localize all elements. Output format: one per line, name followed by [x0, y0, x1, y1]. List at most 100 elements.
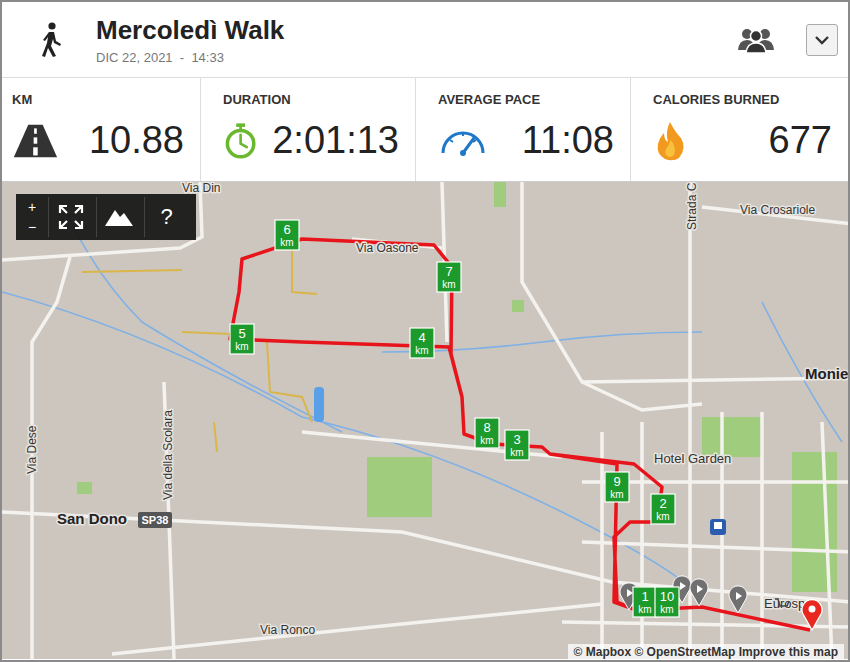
svg-text:km: km: [660, 604, 673, 615]
km-marker[interactable]: 10km: [655, 587, 679, 617]
end-pin-icon[interactable]: [802, 600, 822, 630]
route-map[interactable]: Via DinVia CrosarioleStrada CVia OasoneM…: [2, 182, 848, 660]
help-button[interactable]: ?: [144, 197, 188, 237]
stat-card: KM 10.88: [2, 78, 200, 181]
stat-value: 11:08: [522, 119, 618, 162]
svg-text:km: km: [280, 237, 293, 248]
pond: [314, 387, 324, 422]
track: [182, 332, 230, 334]
park-area: [512, 300, 524, 312]
stat-card: DURATION 2:01:13: [200, 78, 415, 181]
track: [267, 342, 312, 422]
road: [112, 604, 602, 654]
zoom-out-button[interactable]: −: [20, 217, 44, 237]
svg-text:Via Oasone: Via Oasone: [356, 241, 419, 255]
map-label: Via della Scolara: [161, 410, 175, 500]
map-canvas[interactable]: Via DinVia CrosarioleStrada CVia OasoneM…: [2, 182, 848, 659]
group-icon[interactable]: [736, 26, 776, 54]
activity-header: Mercoledì Walk DIC 22, 2021 - 14:33: [2, 2, 848, 78]
map-attribution[interactable]: © Mapbox © OpenStreetMap Improve this ma…: [568, 644, 844, 660]
km-marker[interactable]: 7km: [437, 262, 461, 292]
road: [582, 542, 848, 552]
svg-text:9: 9: [613, 474, 620, 489]
chevron-down-icon: [814, 35, 830, 45]
stat-label: CALORIES BURNED: [653, 92, 836, 107]
km-marker[interactable]: 2km: [651, 494, 675, 524]
track: [82, 270, 182, 272]
road: [562, 622, 848, 627]
map-label: Via Dese: [25, 425, 39, 474]
activity-title: Mercoledì Walk: [96, 15, 724, 46]
svg-text:Monie: Monie: [805, 365, 848, 382]
svg-text:km: km: [610, 489, 623, 500]
km-marker[interactable]: 5km: [230, 324, 254, 354]
svg-text:km: km: [656, 511, 669, 522]
stat-card: AVERAGE PACE 11:08: [415, 78, 630, 181]
svg-text:5: 5: [238, 326, 245, 341]
map-label: Via Crosariole: [740, 203, 815, 217]
svg-text:Via Crosariole: Via Crosariole: [740, 203, 815, 217]
svg-text:km: km: [480, 435, 493, 446]
map-label: SP38: [138, 512, 172, 528]
fullscreen-icon: [58, 204, 84, 230]
waypoint-pin-icon[interactable]: [729, 586, 747, 613]
svg-text:10: 10: [660, 589, 674, 604]
road: [760, 412, 764, 652]
svg-text:San Dono: San Dono: [57, 510, 127, 527]
svg-text:km: km: [638, 604, 651, 615]
stats-bar: KM 10.88 DURATION 2:01:13 AVERAGE PACE 11:08 C…: [2, 78, 848, 182]
km-marker[interactable]: 8km: [475, 418, 499, 448]
park-area: [494, 182, 506, 207]
stat-label: DURATION: [223, 92, 403, 107]
svg-text:km: km: [415, 345, 428, 356]
map-label: Strada C: [685, 182, 699, 230]
park-area: [367, 457, 432, 517]
park-area: [77, 482, 92, 494]
dropdown-button[interactable]: [806, 24, 838, 56]
map-label: San Dono: [57, 510, 127, 527]
svg-text:8: 8: [483, 420, 490, 435]
road: [522, 182, 702, 410]
svg-text:Via Ronco: Via Ronco: [260, 623, 315, 637]
km-marker[interactable]: 9km: [605, 472, 629, 502]
road: [822, 422, 832, 659]
svg-text:km: km: [235, 341, 248, 352]
stat-card: CALORIES BURNED677: [630, 78, 848, 181]
map-label: Monie: [805, 365, 848, 382]
svg-text:km: km: [442, 279, 455, 290]
station-icon: [710, 519, 726, 535]
map-controls: +−?: [16, 194, 196, 240]
cart-icon: [775, 599, 789, 606]
route-line: [230, 239, 810, 630]
waypoint-pin-icon[interactable]: [690, 579, 708, 606]
stat-value: 10.88: [89, 119, 188, 162]
walker-icon: [38, 22, 64, 58]
svg-text:Strada C: Strada C: [685, 182, 699, 230]
stat-label: AVERAGE PACE: [438, 92, 618, 107]
park-area: [792, 452, 837, 592]
svg-text:6: 6: [283, 222, 290, 237]
terrain-button[interactable]: [96, 197, 140, 237]
svg-text:km: km: [510, 447, 523, 458]
svg-text:Via Dese: Via Dese: [25, 425, 39, 474]
stat-label: KM: [12, 92, 188, 107]
svg-text:4: 4: [418, 330, 425, 345]
km-marker[interactable]: 6km: [275, 220, 299, 250]
map-label: Via Ronco: [260, 623, 315, 637]
zoom-in-button[interactable]: +: [20, 197, 44, 217]
activity-date: DIC 22, 2021 - 14:33: [96, 50, 724, 65]
map-label: Via Oasone: [356, 241, 419, 255]
svg-text:Via della Scolara: Via della Scolara: [161, 410, 175, 500]
waterway: [2, 292, 702, 602]
km-marker[interactable]: 3km: [505, 430, 529, 460]
svg-text:Hotel Garden: Hotel Garden: [654, 451, 731, 466]
fullscreen-button[interactable]: [48, 197, 92, 237]
km-marker[interactable]: 1km: [633, 587, 657, 617]
road-icon: [12, 121, 59, 161]
stat-value: 2:01:13: [272, 119, 403, 162]
mountain-icon: [104, 206, 134, 228]
km-marker[interactable]: 4km: [410, 328, 434, 358]
road: [2, 182, 202, 260]
svg-text:2: 2: [659, 496, 666, 511]
svg-text:7: 7: [445, 264, 452, 279]
